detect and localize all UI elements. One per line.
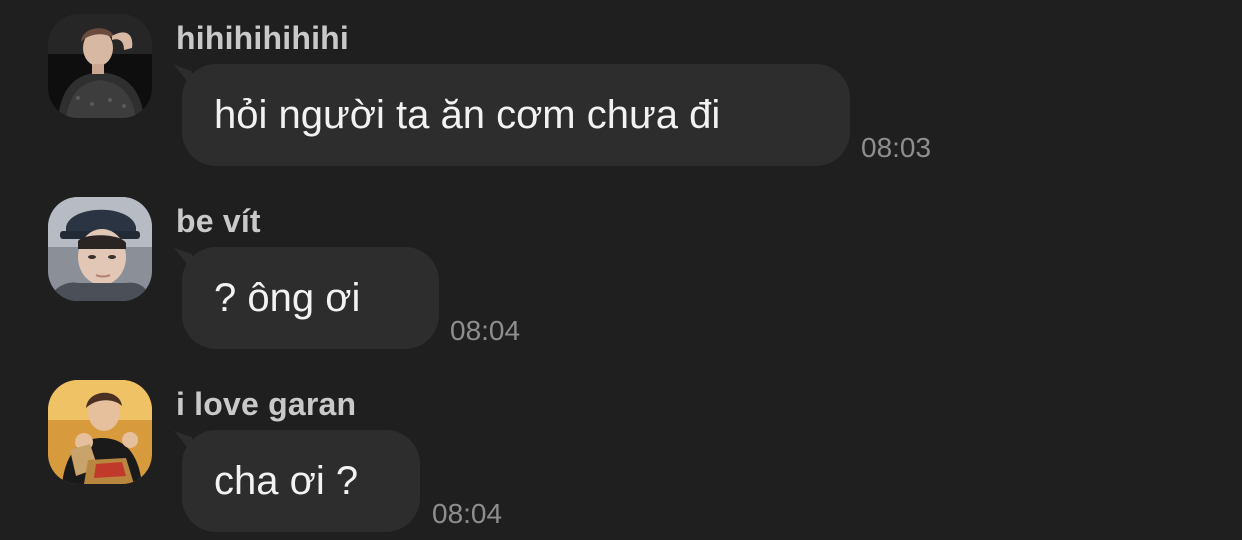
message-row: i love garan cha ơi ? 08:04 (0, 0, 1242, 540)
sender-name: i love garan (176, 386, 357, 422)
message-text: cha ơi ? (214, 459, 359, 503)
message-timestamp: 08:04 (432, 498, 503, 529)
bubble-tail (174, 430, 192, 454)
message-bubble[interactable]: cha ơi ? (174, 430, 420, 532)
avatar[interactable] (48, 380, 152, 484)
user-photo-icon (48, 380, 152, 484)
